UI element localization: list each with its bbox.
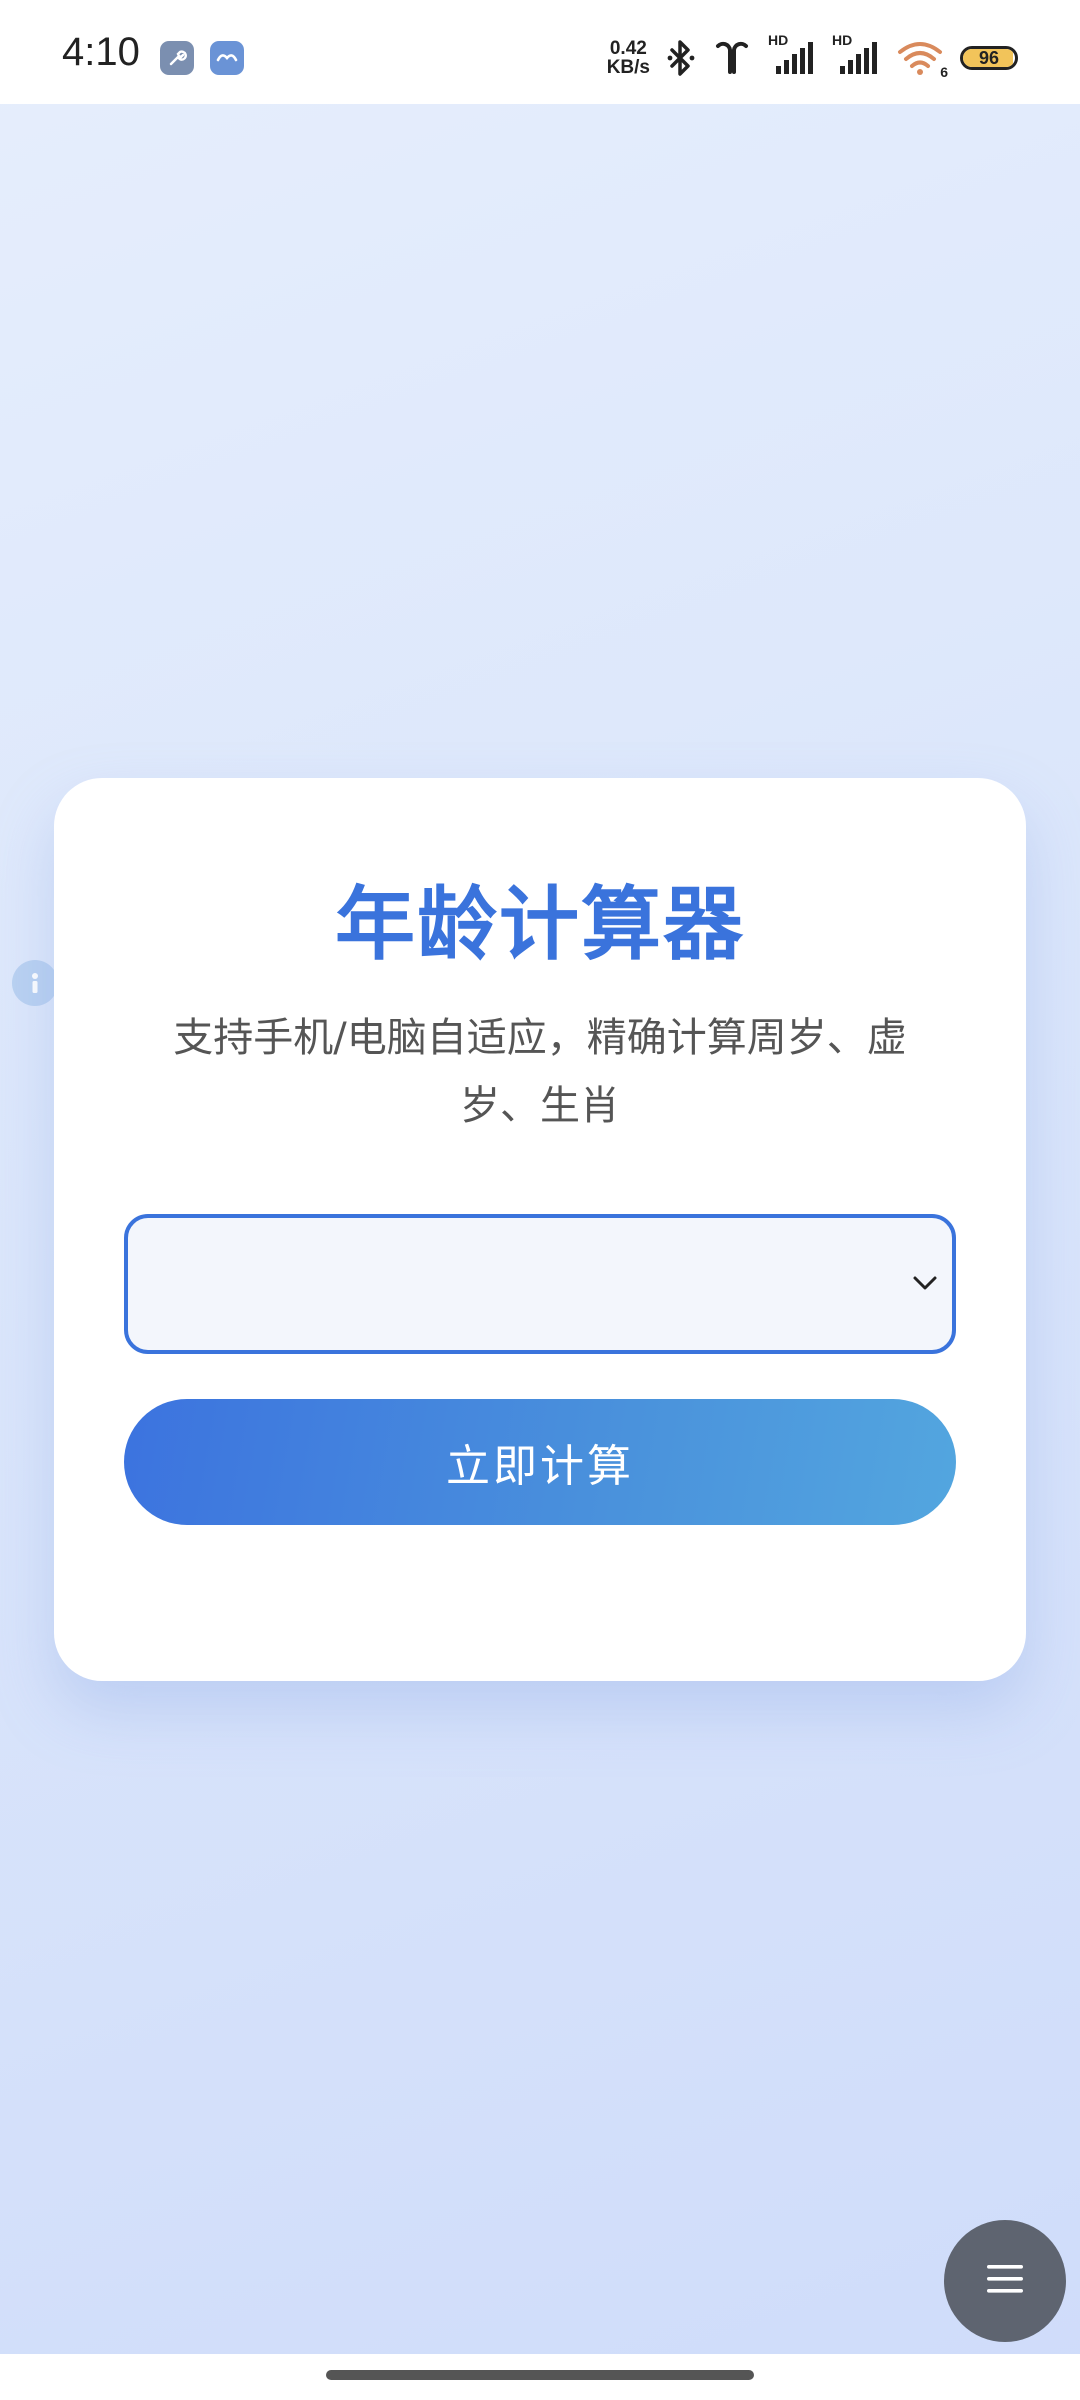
status-time: 4:10 — [62, 30, 140, 74]
page-title: 年龄计算器 — [335, 878, 745, 971]
wifi-label: 6 — [940, 64, 948, 80]
menu-icon — [985, 2262, 1025, 2300]
battery-icon: 96 — [960, 46, 1018, 70]
network-speed: 0.42 KB/s — [607, 39, 650, 77]
bird-app-icon — [210, 41, 244, 75]
bluetooth-icon — [666, 38, 696, 78]
screen: 4:10 0.42 KB/s HD HD 6 96 年龄计算器 支持手机/电脑自… — [0, 0, 1080, 2400]
chevron-down-icon — [912, 1274, 938, 1296]
cell-signal-icon: HD — [768, 32, 816, 78]
navigation-bar — [0, 2354, 1080, 2400]
cell-signal-icon-2: HD — [832, 32, 880, 78]
signal-hd-label-2: HD — [832, 32, 853, 48]
network-speed-unit: KB/s — [606, 57, 650, 78]
page-subtitle: 支持手机/电脑自适应，精确计算周岁、虚岁、生肖 — [173, 1015, 907, 1129]
earbuds-icon — [712, 38, 752, 78]
date-select[interactable] — [124, 1214, 956, 1354]
calculate-button[interactable]: 立即计算 — [124, 1399, 956, 1525]
signal-hd-label: HD — [768, 32, 789, 48]
network-speed-value: 0.42 — [609, 38, 647, 59]
info-icon[interactable] — [12, 960, 58, 1006]
battery-level: 96 — [978, 47, 1000, 68]
menu-button[interactable] — [944, 2220, 1066, 2342]
wrench-app-icon — [160, 41, 194, 75]
home-indicator[interactable] — [326, 2370, 754, 2380]
status-indicators: 0.42 KB/s HD HD 6 96 — [607, 32, 1018, 82]
status-bar: 4:10 0.42 KB/s HD HD 6 96 — [0, 0, 1080, 104]
age-calculator-card: 年龄计算器 支持手机/电脑自适应，精确计算周岁、虚岁、生肖 立即计算 — [54, 778, 1026, 1681]
wifi-icon: 6 — [896, 38, 948, 80]
